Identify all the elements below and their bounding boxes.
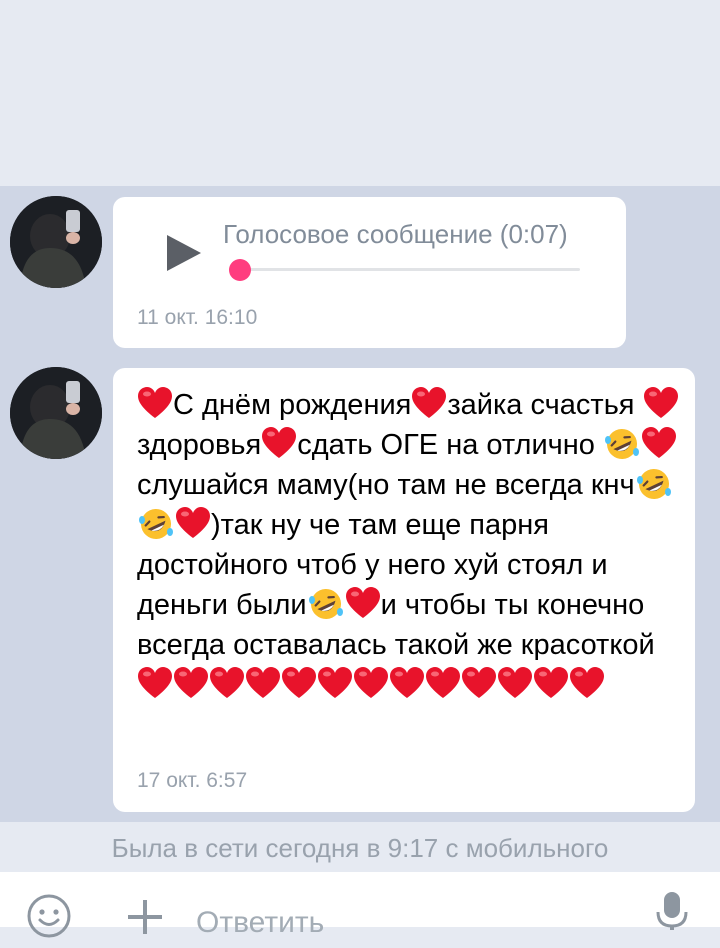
heart-emoji-icon	[498, 667, 532, 698]
heart-emoji-icon	[262, 427, 297, 458]
voice-progress-knob[interactable]	[229, 259, 251, 281]
rolling-laughing-emoji-icon	[308, 589, 343, 619]
play-icon[interactable]	[163, 233, 203, 273]
heart-emoji-icon	[246, 667, 280, 698]
heart-emoji-icon	[390, 667, 424, 698]
reply-input[interactable]	[196, 898, 636, 948]
rolling-laughing-emoji-icon	[139, 509, 173, 539]
message-text: С днём рождения зайка счастья здоровья сда…	[137, 385, 682, 705]
heart-emoji-icon	[345, 587, 380, 618]
avatar[interactable]	[10, 196, 102, 288]
mic-icon[interactable]	[652, 890, 692, 930]
rolling-laughing-emoji-icon	[636, 469, 671, 499]
heart-emoji-icon	[570, 667, 604, 698]
heart-emoji-icon	[643, 387, 678, 418]
online-status: Была в сети сегодня в 9:17 с мобильного	[111, 833, 609, 863]
voice-progress-track[interactable]	[240, 268, 580, 271]
heart-emoji-icon	[318, 667, 352, 698]
heart-emoji-icon	[176, 507, 210, 538]
rolling-laughing-emoji-icon	[604, 429, 639, 459]
heart-emoji-icon	[412, 387, 447, 418]
heart-emoji-icon	[174, 667, 208, 698]
header-area	[0, 0, 720, 186]
smile-icon[interactable]	[26, 893, 72, 939]
heart-emoji-icon	[282, 667, 316, 698]
heart-emoji-icon	[354, 667, 388, 698]
message-time: 17 окт. 6:57	[137, 769, 248, 792]
heart-emoji-icon	[138, 387, 172, 418]
heart-emoji-icon	[641, 427, 676, 458]
heart-emoji-icon	[210, 667, 244, 698]
heart-emoji-icon	[462, 667, 496, 698]
heart-emoji-icon	[426, 667, 460, 698]
avatar[interactable]	[10, 367, 102, 459]
heart-emoji-icon	[534, 667, 568, 698]
plus-icon[interactable]	[126, 898, 164, 936]
voice-message-title: Голосовое сообщение (0:07)	[223, 219, 568, 249]
message-time: 11 окт. 16:10	[137, 306, 258, 329]
heart-emoji-icon	[138, 667, 172, 698]
